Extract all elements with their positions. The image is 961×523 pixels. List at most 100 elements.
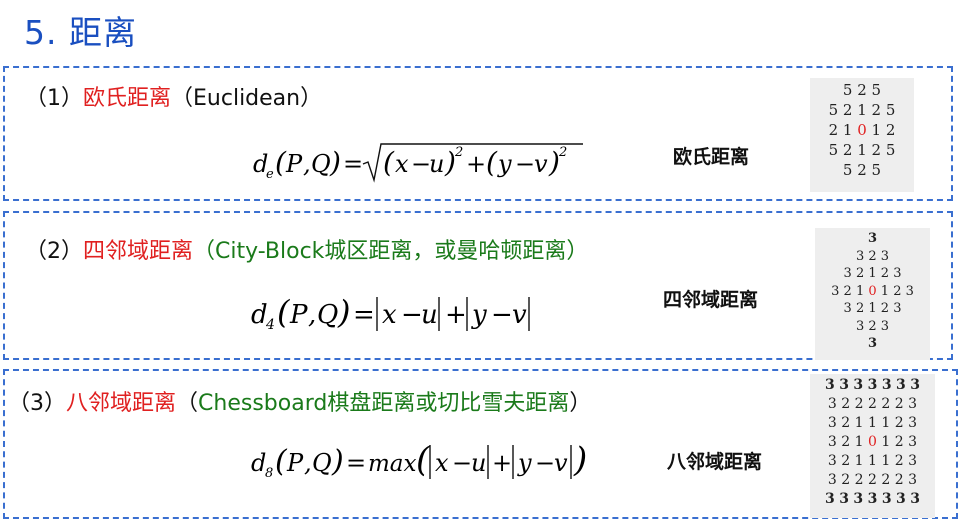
grid-cell: 3 <box>880 318 890 334</box>
grid-cell: 3 <box>908 453 918 469</box>
section-name: 八邻域距离 <box>66 391 177 416</box>
section-number: （3） <box>8 391 66 416</box>
city-block-formula: d 4 ( P , Q ) = x − u + y − v <box>251 289 571 343</box>
grid-cell: 2 <box>868 472 877 488</box>
section-heading: （1）欧氏距离（Euclidean） <box>25 80 322 112</box>
svg-text:=: = <box>346 449 366 477</box>
grid-cell: 2 <box>871 101 882 119</box>
svg-text:−: − <box>401 300 423 330</box>
svg-text:u: u <box>471 449 486 477</box>
svg-text:2: 2 <box>454 145 463 160</box>
grid-cell: 3 <box>908 396 918 412</box>
grid-cell: 3 <box>843 301 852 316</box>
svg-text:+: + <box>445 300 467 330</box>
svg-text:P: P <box>289 300 308 330</box>
grid-cell: 2 <box>871 141 882 159</box>
grid-cell: 3 <box>908 472 918 488</box>
svg-text:(: ( <box>416 440 430 480</box>
grid-cell: 2 <box>894 434 904 450</box>
grid-cell <box>814 101 824 119</box>
grid-cell: 1 <box>857 101 867 119</box>
grid-cell: 3 <box>910 377 920 393</box>
grid-cell: 3 <box>825 491 835 507</box>
grid-cell: 2 <box>855 266 865 281</box>
svg-text:Q: Q <box>311 150 331 178</box>
svg-text:): ) <box>573 440 587 480</box>
city-block-distance-grid: 33 2 33 2 1 2 33 2 1 0 1 2 33 2 1 2 33 2… <box>815 228 930 360</box>
section-subtitle: （City-Block城区距离，或曼哈顿距离） <box>193 239 589 264</box>
section-subtitle: Chessboard棋盘距离或切比雪夫距离 <box>198 391 570 416</box>
grid-row: 5 2 5 <box>810 160 914 180</box>
grid-cell: 1 <box>868 266 877 281</box>
grid-cell: 2 <box>854 396 864 412</box>
grid-row: 3 2 1 0 1 2 3 <box>810 433 935 452</box>
svg-text:y: y <box>517 449 532 477</box>
grid-cell: 3 <box>855 248 865 264</box>
grid-cell: 5 <box>842 81 853 99</box>
grid-cell: 2 <box>881 472 891 488</box>
grid-cell <box>829 81 839 99</box>
svg-text:+: + <box>466 150 486 178</box>
grid-cell: 1 <box>857 141 867 159</box>
svg-text:v: v <box>512 300 527 330</box>
grid-cell: 3 <box>881 491 892 507</box>
svg-text:2: 2 <box>558 145 567 160</box>
grid-row: 2 1 0 1 2 <box>810 120 914 140</box>
svg-text:4: 4 <box>265 317 275 333</box>
svg-text:e: e <box>266 167 274 182</box>
grid-cell: 2 <box>841 453 851 469</box>
euclidean-distance-grid: 5 2 5 5 2 1 2 5 2 1 0 1 2 5 2 1 2 5 5 2 … <box>810 78 914 192</box>
grid-row: 3 2 1 1 1 2 3 <box>810 452 935 471</box>
grid-cell: 2 <box>841 396 851 412</box>
svg-text:−: − <box>491 300 513 330</box>
grid-cell: 1 <box>854 415 864 431</box>
grid-cell: 3 <box>827 415 837 431</box>
grid-cell: 5 <box>828 141 839 159</box>
city-block-section: （2）四邻域距离（City-Block城区距离，或曼哈顿距离） d 4 ( P … <box>3 211 953 360</box>
grid-row: 5 2 1 2 5 <box>810 100 914 120</box>
grid-cell: 2 <box>841 415 851 431</box>
grid-cell: 3 <box>867 491 878 507</box>
svg-text:max: max <box>368 451 417 477</box>
grid-cell <box>886 81 896 99</box>
grid-cell: 0 <box>857 121 867 139</box>
chessboard-formula: d 8 ( P , Q ) = max ( x − u + y − v ) <box>251 437 611 491</box>
grid-cell <box>900 101 910 119</box>
grid-cell: 3 <box>827 434 837 450</box>
grid-cell: 3 <box>867 377 878 393</box>
grid-row: 3 2 3 <box>815 318 930 336</box>
grid-row: 5 2 5 <box>810 80 914 100</box>
section-number: （2） <box>25 239 83 264</box>
grid-cell: 3 <box>910 491 920 507</box>
svg-text:+: + <box>492 449 512 477</box>
grid-cell: 2 <box>828 121 839 139</box>
grid-cell <box>814 81 824 99</box>
svg-text:P: P <box>286 449 304 477</box>
grid-cell <box>900 121 910 139</box>
grid-cell <box>814 161 824 179</box>
grid-row: 3 3 3 3 3 3 3 <box>810 376 935 395</box>
grid-cell: 1 <box>842 121 853 139</box>
svg-text:u: u <box>421 300 438 330</box>
grid-cell: 3 <box>825 377 835 393</box>
svg-text:Q: Q <box>312 449 332 477</box>
grid-row: 3 2 1 1 1 2 3 <box>810 414 935 433</box>
grid-cell: 1 <box>881 453 891 469</box>
grid-cell <box>900 141 910 159</box>
grid-cell: 5 <box>885 141 896 159</box>
grid-cell: 2 <box>842 141 853 159</box>
grid-row: 3 2 1 0 1 2 3 <box>815 283 930 301</box>
svg-text:(: ( <box>383 146 395 179</box>
section-paren-close: ） <box>569 391 592 416</box>
grid-cell: 2 <box>868 318 877 334</box>
grid-cell: 1 <box>854 434 864 450</box>
grid-cell: 3 <box>855 318 865 334</box>
chessboard-distance-grid: 3 3 3 3 3 3 33 2 2 2 2 2 33 2 1 1 1 2 33… <box>810 374 935 518</box>
grid-cell: 1 <box>854 453 864 469</box>
svg-text:): ) <box>337 293 350 331</box>
grid-cell <box>814 141 824 159</box>
grid-cell: 3 <box>908 415 918 431</box>
grid-cell <box>900 161 910 179</box>
grid-cell: 1 <box>855 283 865 299</box>
svg-text:y: y <box>497 150 512 178</box>
